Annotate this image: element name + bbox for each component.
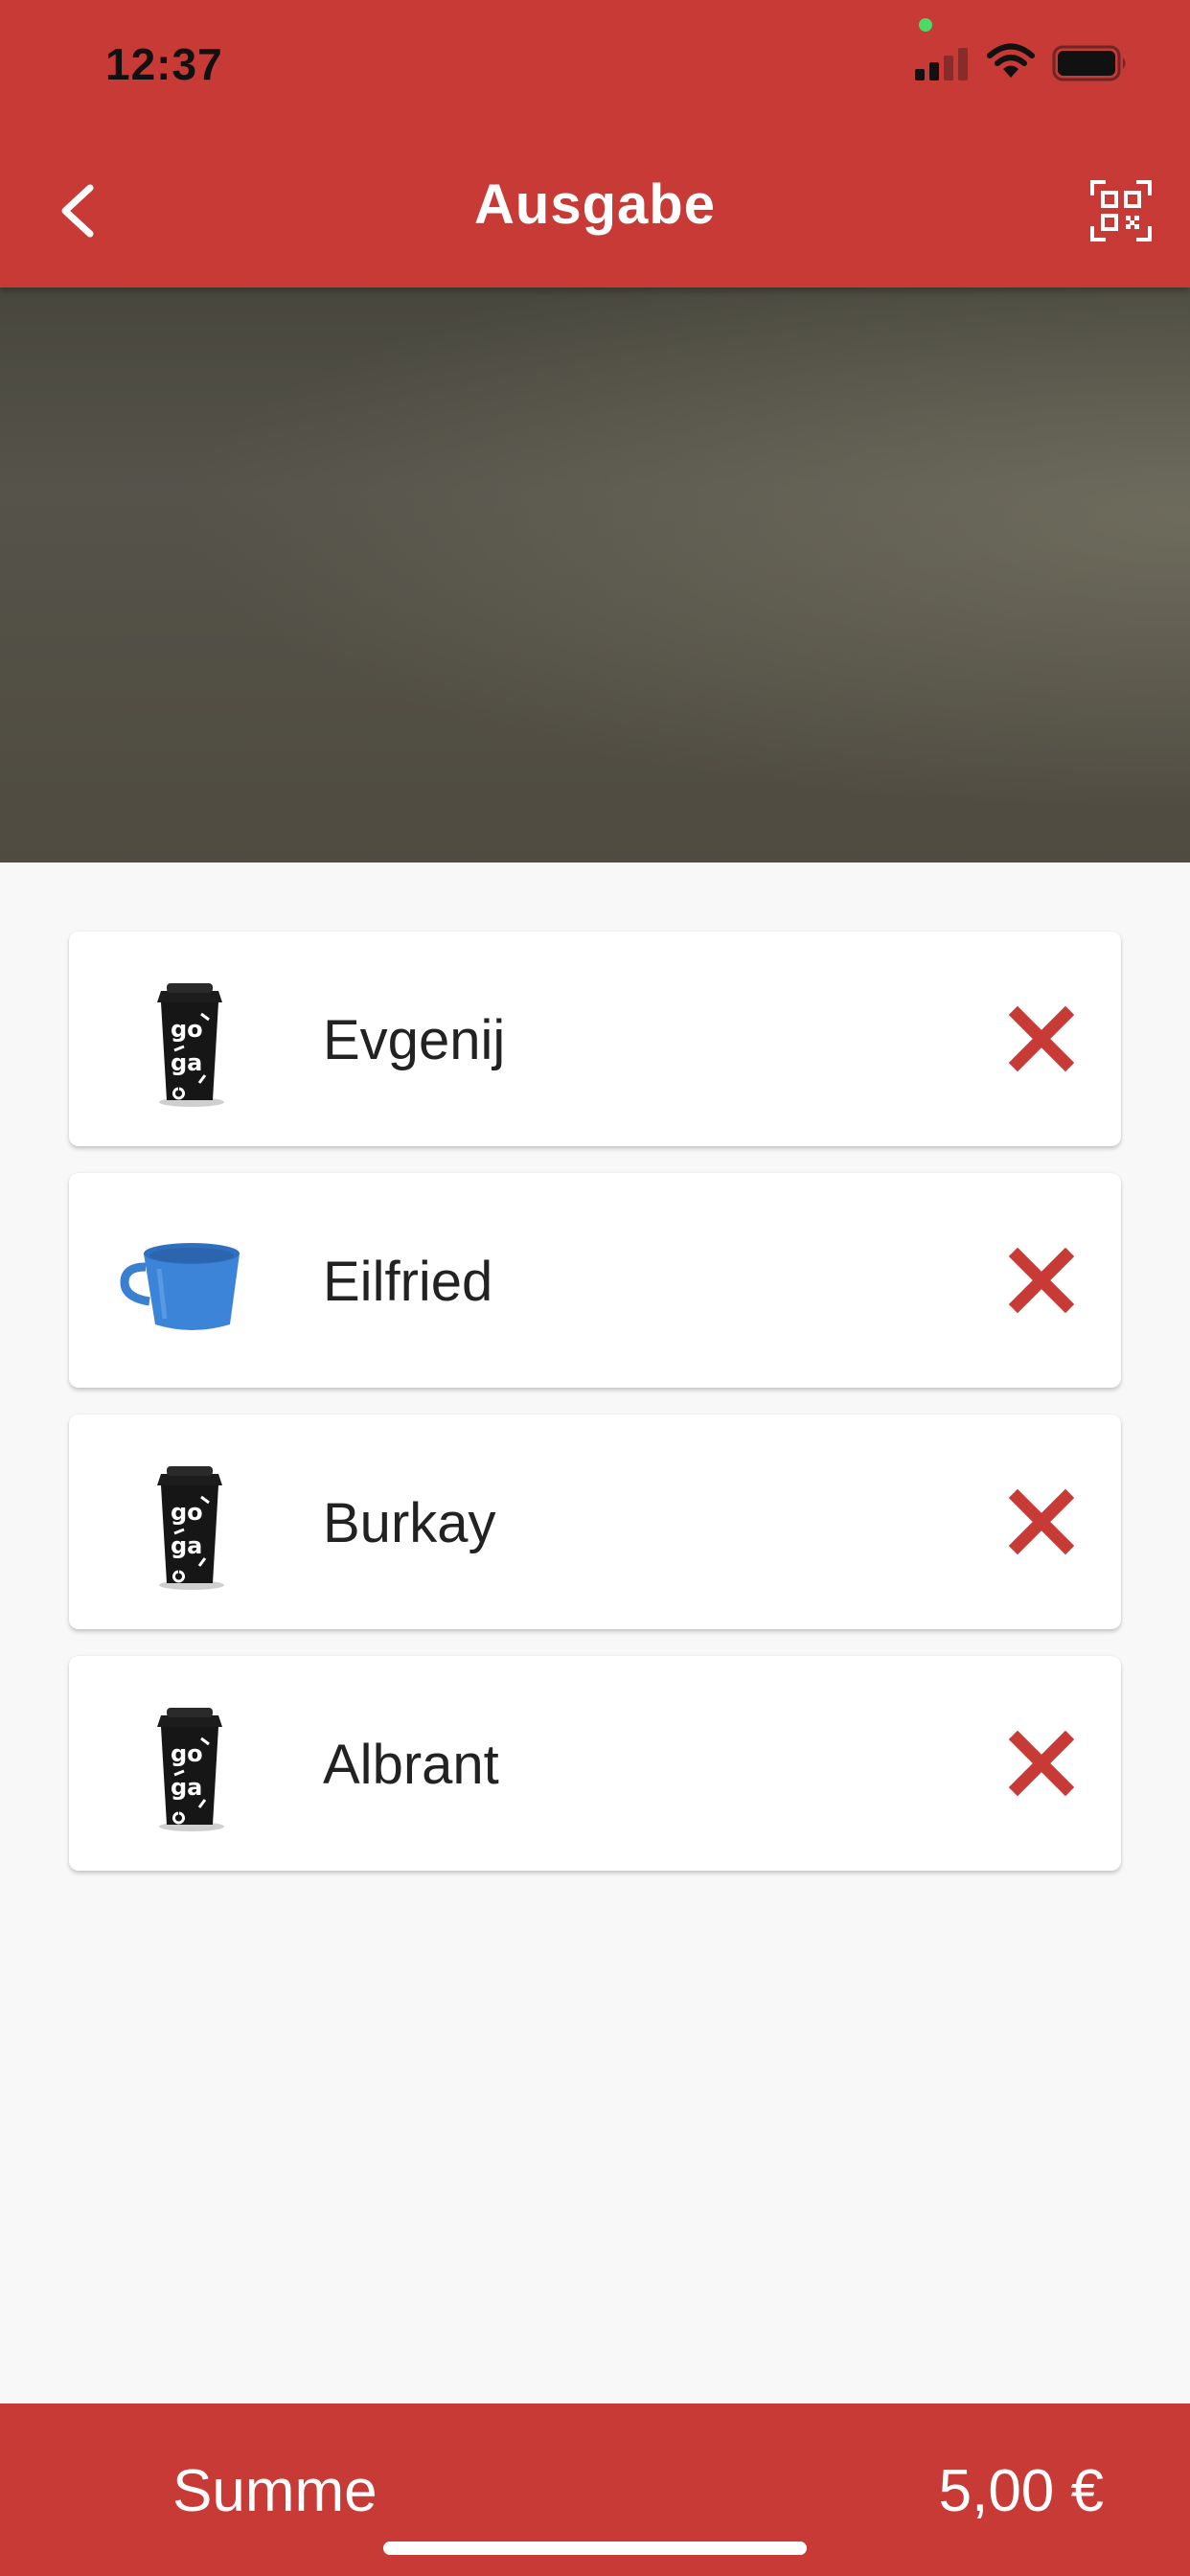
remove-item-button[interactable]: [1008, 1488, 1075, 1555]
black-togo-cup-icon: go ga: [157, 1708, 224, 1831]
wifi-icon: [987, 43, 1035, 78]
list-item: go ga Burkay: [69, 1414, 1121, 1629]
remove-item-button[interactable]: [1008, 1730, 1075, 1797]
item-name: Burkay: [323, 1492, 496, 1554]
item-name: Albrant: [323, 1734, 499, 1796]
home-indicator[interactable]: [383, 2542, 807, 2555]
svg-text:ga: ga: [171, 1049, 202, 1076]
battery-icon: [1052, 45, 1126, 81]
camera-preview[interactable]: [0, 288, 1190, 862]
status-time: 12:37: [105, 39, 223, 89]
signal-icon: [915, 48, 968, 80]
mic-indicator-icon: [919, 18, 932, 32]
app-header: 12:37 Ausgabe: [0, 0, 1190, 288]
sum-footer: Summe 5,00 €: [0, 2404, 1190, 2576]
sum-value: 5,00 €: [938, 2458, 1104, 2524]
page-title: Ausgabe: [474, 173, 716, 236]
svg-text:go: go: [171, 1740, 203, 1767]
list-item: go ga Albrant: [69, 1656, 1121, 1871]
qr-code-icon: [1090, 180, 1152, 242]
svg-text:ga: ga: [171, 1774, 202, 1801]
sum-label: Summe: [172, 2458, 378, 2524]
blue-mug-icon: [120, 1243, 240, 1330]
svg-text:go: go: [171, 1499, 203, 1526]
list-item: Eilfried: [69, 1173, 1121, 1388]
item-name: Evgenij: [323, 1009, 506, 1071]
svg-text:go: go: [171, 1016, 203, 1043]
remove-item-button[interactable]: [1008, 1005, 1075, 1072]
list-item: go ga Evgenij: [69, 932, 1121, 1146]
svg-text:ga: ga: [171, 1532, 202, 1559]
item-list: go ga Evgenij Eilfried go ga Burkay go g…: [69, 932, 1121, 1898]
remove-item-button[interactable]: [1008, 1247, 1075, 1314]
item-name: Eilfried: [323, 1251, 493, 1313]
black-togo-cup-icon: go ga: [157, 1466, 224, 1590]
qr-scan-button[interactable]: [1083, 172, 1159, 249]
black-togo-cup-icon: go ga: [157, 983, 224, 1107]
